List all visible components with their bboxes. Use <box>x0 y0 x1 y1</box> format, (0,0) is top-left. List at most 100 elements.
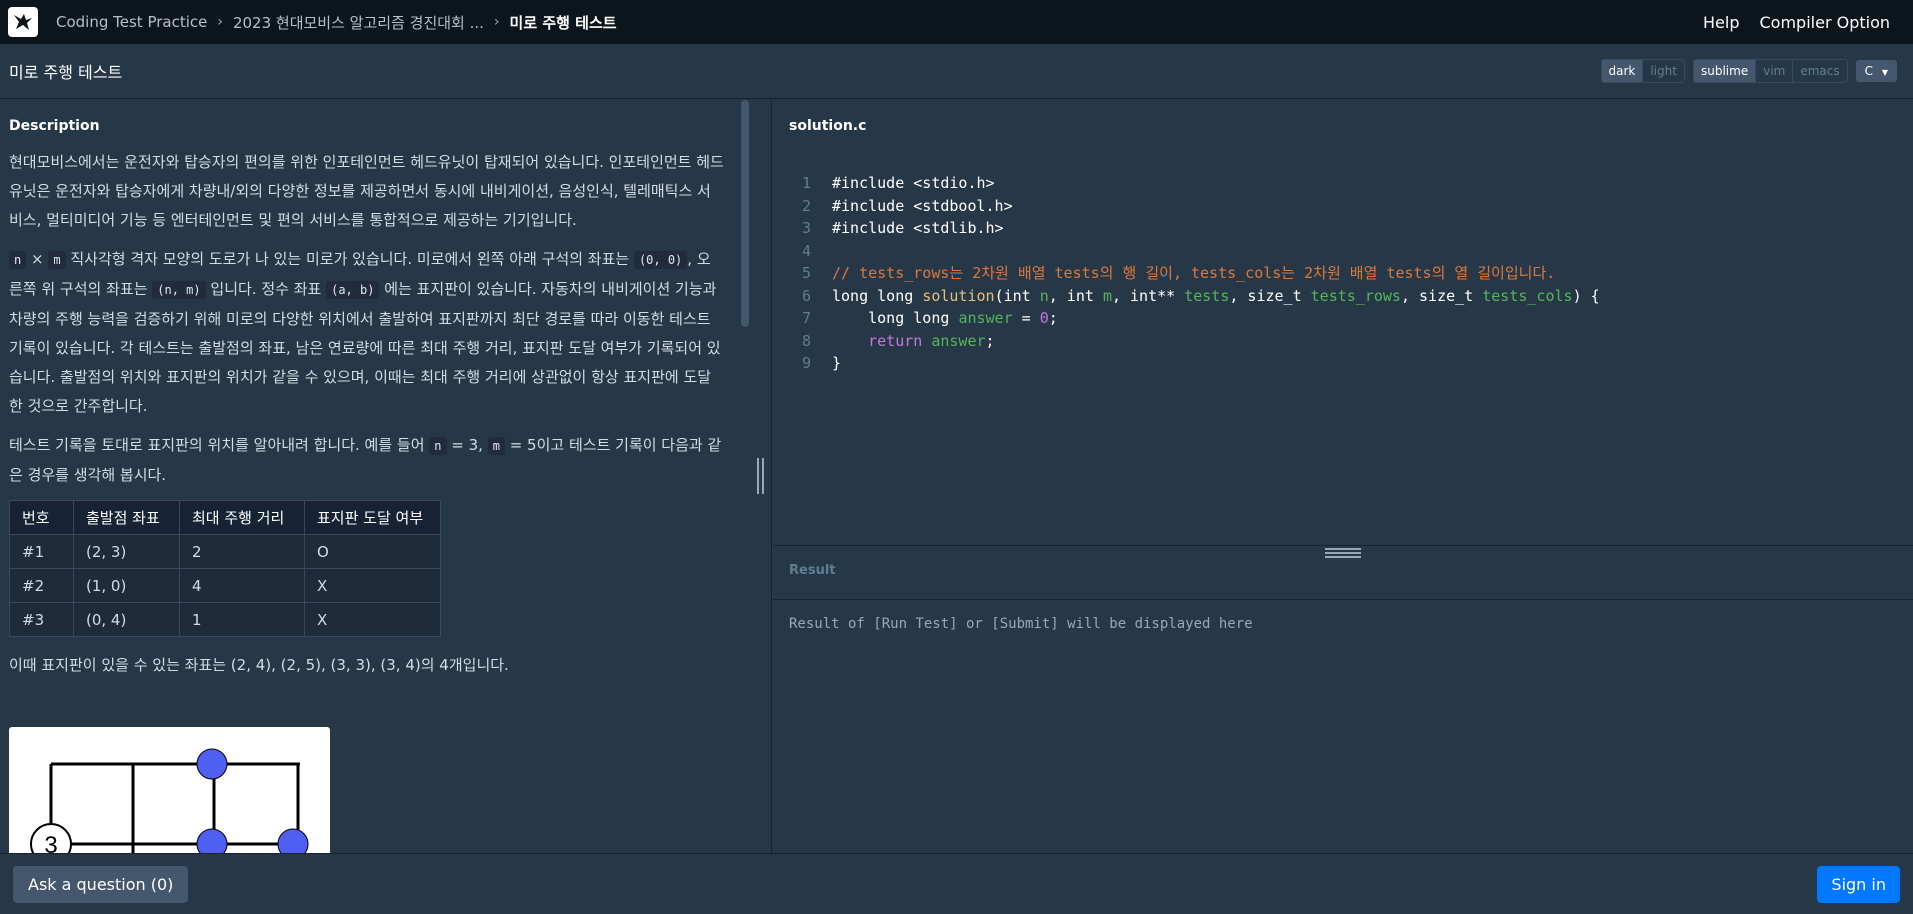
code-area[interactable]: 1 #include <stdio.h> 2 #include <stdbool… <box>773 172 1913 375</box>
code-variable: tests_rows <box>1310 286 1401 305</box>
bottom-bar: Ask a question (0) Sign in <box>0 853 1913 914</box>
table-cell: #2 <box>9 568 74 603</box>
code-token: = <box>1012 309 1040 327</box>
line-number: 6 <box>801 286 811 305</box>
code-text: return answer; <box>832 330 994 353</box>
sign-in-button[interactable]: Sign in <box>1817 865 1900 903</box>
code-variable: m <box>1102 286 1112 305</box>
code-line: 2 #include <stdbool.h> <box>773 195 1913 218</box>
text-span: = 3, <box>446 436 488 454</box>
code-comment: // tests_rows는 2차원 배열 tests의 행 길이, tests… <box>832 264 1556 282</box>
panel-resize-handle[interactable] <box>757 458 767 494</box>
editor-filename: solution.c <box>789 118 867 134</box>
description-content: Description 현대모비스에서는 운전자와 탑승자의 편의를 위한 인포… <box>9 100 724 690</box>
code-editor[interactable]: solution.c 1 #include <stdio.h> 2 #inclu… <box>773 100 1913 545</box>
code-text: long long answer = 0; <box>832 307 1058 330</box>
table-cell: #1 <box>9 534 74 569</box>
theme-dark-button[interactable]: dark <box>1601 60 1644 82</box>
keymap-vim-button[interactable]: vim <box>1756 60 1794 82</box>
chevron-right-icon: › <box>493 14 500 30</box>
result-label: Result <box>789 563 836 578</box>
text-span: 직사각형 격자 모양의 도로가 나 있는 미로가 있습니다. 미로에서 왼쪽 아… <box>65 250 634 268</box>
table-row: #3 (0, 4) 1 X <box>9 602 441 637</box>
top-navigation: Coding Test Practice › 2023 현대모비스 알고리즘 경… <box>0 0 1913 44</box>
result-panel: Result of [Run Test] or [Submit] will be… <box>773 600 1913 853</box>
table-row: #1 (2, 3) 2 O <box>9 534 441 569</box>
code-token: ) { <box>1572 286 1600 305</box>
description-paragraph-4: 이때 표지판이 있을 수 있는 좌표는 (2, 4), (2, 5), (3, … <box>9 656 509 674</box>
table-cell: (1, 0) <box>73 568 180 603</box>
breadcrumb-current: 미로 주행 테스트 <box>509 13 617 32</box>
inline-code: m <box>48 251 66 269</box>
code-token: ; <box>1048 309 1058 327</box>
code-text: #include <stdio.h> <box>832 174 995 192</box>
description-panel: Description 현대모비스에서는 운전자와 탑승자의 편의를 위한 인포… <box>0 100 772 853</box>
description-heading: Description <box>9 118 100 134</box>
times-sign: × <box>31 250 44 268</box>
table-cell: 2 <box>179 534 305 569</box>
code-line: 5 // tests_rows는 2차원 배열 tests의 행 길이, tes… <box>773 262 1913 285</box>
table-cell: (2, 3) <box>73 534 180 569</box>
code-number: 0 <box>1039 309 1049 327</box>
table-cell: O <box>304 534 441 569</box>
inline-code: (n, m) <box>152 281 206 299</box>
code-variable: n <box>1039 286 1049 305</box>
logo-icon[interactable] <box>8 7 38 37</box>
keymap-toggle: sublime vim emacs <box>1693 59 1848 83</box>
description-paragraph-2: n × m 직사각형 격자 모양의 도로가 나 있는 미로가 있습니다. 미로에… <box>9 245 724 421</box>
help-link[interactable]: Help <box>1703 13 1739 32</box>
code-token: , size_t <box>1229 286 1311 305</box>
language-select[interactable]: C ▼ <box>1855 60 1897 82</box>
code-variable: tests_cols <box>1482 286 1573 305</box>
ask-question-button[interactable]: Ask a question (0) <box>13 865 189 903</box>
code-line: 7 long long answer = 0; <box>773 307 1913 330</box>
code-line: 9 } <box>773 352 1913 375</box>
table-cell: (0, 4) <box>73 602 180 637</box>
table-cell: #3 <box>9 602 74 637</box>
table-header: 출발점 좌표 <box>73 500 180 535</box>
language-label: C <box>1864 64 1874 78</box>
page-title: 미로 주행 테스트 <box>9 63 123 82</box>
result-resize-handle[interactable] <box>1325 548 1361 558</box>
test-record-table: 번호 출발점 좌표 최대 주행 거리 표지판 도달 여부 #1 (2, 3) 2… <box>9 500 441 637</box>
inline-code: (0, 0) <box>633 251 688 269</box>
code-keyword: return <box>832 331 932 350</box>
code-text: #include <stdbool.h> <box>832 196 1013 215</box>
code-variable: answer <box>958 309 1013 327</box>
line-number: 2 <box>801 196 811 215</box>
code-line: 3 #include <stdlib.h> <box>773 217 1913 240</box>
theme-toggle: dark light <box>1600 59 1685 83</box>
code-token: long long <box>832 286 923 305</box>
code-text: #include <stdlib.h> <box>832 219 1004 237</box>
problem-title-bar: 미로 주행 테스트 dark light sublime vim emacs C… <box>0 44 1913 99</box>
code-token: long long <box>832 309 959 327</box>
code-line: 4 <box>773 240 1913 263</box>
keymap-sublime-button[interactable]: sublime <box>1694 60 1757 82</box>
inline-code: n <box>9 251 27 269</box>
table-cell: 1 <box>179 602 305 637</box>
line-number: 1 <box>801 174 811 192</box>
keymap-emacs-button[interactable]: emacs <box>1793 60 1846 82</box>
description-scrollbar[interactable] <box>741 100 749 327</box>
code-token: , size_t <box>1400 286 1483 305</box>
code-variable: tests <box>1184 286 1230 305</box>
breadcrumb-contest[interactable]: 2023 현대모비스 알고리즘 경진대회 ... <box>233 12 484 33</box>
text-span: 테스트 기록을 토대로 표지판의 위치를 알아내려 합니다. 예를 들어 <box>9 436 430 454</box>
code-token: (int <box>994 286 1040 305</box>
table-row: #2 (1, 0) 4 X <box>9 568 441 603</box>
figure-label: 3 <box>44 832 57 853</box>
compiler-option-link[interactable]: Compiler Option <box>1760 13 1891 32</box>
line-number: 3 <box>801 219 811 237</box>
line-number: 7 <box>801 309 811 327</box>
code-function: solution <box>922 286 995 305</box>
inline-code: (a, b) <box>326 281 380 299</box>
theme-light-button[interactable]: light <box>1643 60 1684 82</box>
breadcrumb-coding-test-practice[interactable]: Coding Test Practice <box>56 13 207 31</box>
code-line: 1 #include <stdio.h> <box>773 172 1913 195</box>
code-token: , int** <box>1111 286 1185 305</box>
description-paragraph-3: 테스트 기록을 토대로 표지판의 위치를 알아내려 합니다. 예를 들어 n =… <box>9 431 724 490</box>
code-line: 8 return answer; <box>773 330 1913 353</box>
table-cell: 4 <box>179 568 305 603</box>
description-paragraph-1: 현대모비스에서는 운전자와 탑승자의 편의를 위한 인포테인먼트 헤드유닛이 탑… <box>9 153 724 229</box>
line-number: 8 <box>801 331 811 350</box>
